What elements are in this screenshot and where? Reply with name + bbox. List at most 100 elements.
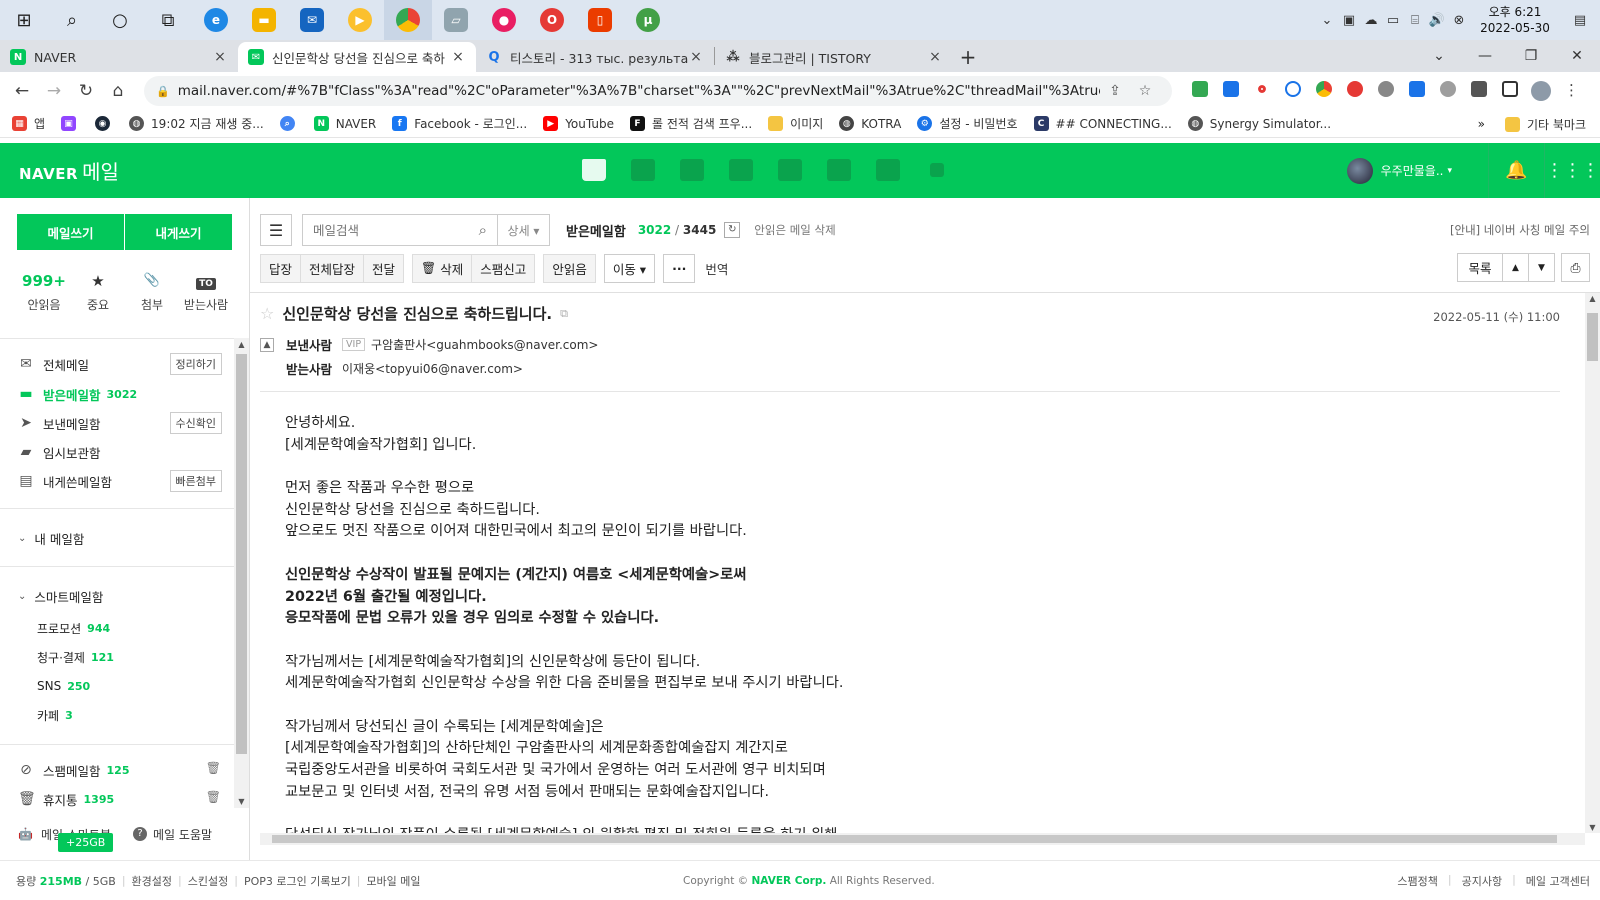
- hamburger-menu-icon[interactable]: ☰: [260, 214, 292, 246]
- contacts-service-icon[interactable]: [725, 155, 757, 185]
- folder-spam[interactable]: ⊘ 스팸메일함 125: [18, 758, 222, 782]
- mybox-service-icon[interactable]: [774, 155, 806, 185]
- office-app-icon[interactable]: ▯: [576, 0, 624, 40]
- skin-settings-link[interactable]: 스킨설정: [188, 873, 228, 889]
- extension-icon[interactable]: [1184, 81, 1215, 101]
- display-icon[interactable]: ▭: [1382, 13, 1404, 28]
- url-text[interactable]: mail.naver.com/#%7B"fClass"%3A"read"%2C"…: [178, 83, 1100, 99]
- mail-service-icon[interactable]: [578, 155, 610, 185]
- bookmark-steam[interactable]: ◉: [95, 116, 117, 131]
- translate-extension-icon[interactable]: [1215, 81, 1246, 101]
- apps-grid-icon[interactable]: ⋮⋮⋮: [1544, 143, 1600, 198]
- forward-button[interactable]: 전달: [363, 253, 405, 283]
- bookmark-naver[interactable]: N NAVER: [313, 116, 376, 131]
- paw-extension-icon[interactable]: [1370, 81, 1401, 101]
- next-mail-icon[interactable]: ▼: [1528, 253, 1555, 282]
- share-icon[interactable]: ⇪: [1100, 83, 1130, 99]
- scroll-up-icon[interactable]: ▲: [234, 340, 249, 349]
- task-view-icon[interactable]: ⧉: [144, 0, 192, 40]
- delete-button[interactable]: 🗑 삭제: [412, 253, 473, 283]
- smart-item-cafe[interactable]: 카페 3: [37, 705, 73, 725]
- notice-link[interactable]: 공지사항: [1462, 873, 1502, 889]
- folder-inbox[interactable]: ▬ 받은메일함 3022: [18, 382, 222, 406]
- translate-button[interactable]: 번역: [705, 259, 728, 278]
- sender-address[interactable]: 구암출판사<guahmbooks@naver.com>: [371, 336, 598, 353]
- lock-icon[interactable]: 🔒: [156, 85, 170, 98]
- search-input[interactable]: [313, 222, 479, 238]
- profile-avatar-icon[interactable]: [1525, 81, 1556, 101]
- record-extension-icon[interactable]: [1246, 81, 1277, 101]
- reply-all-button[interactable]: 전체답장: [300, 253, 365, 283]
- star-icon[interactable]: ☆: [260, 304, 274, 323]
- calendar-service-icon[interactable]: [627, 155, 659, 185]
- more-service-icon[interactable]: [921, 155, 953, 185]
- smart-item-promotion[interactable]: 프로모션 944: [37, 618, 110, 638]
- close-icon[interactable]: ×: [927, 49, 943, 65]
- read-receipt-button[interactable]: 수신확인: [169, 412, 222, 434]
- bell-icon[interactable]: 🔔: [1488, 143, 1544, 198]
- write-to-self-button[interactable]: 내게쓰기: [125, 214, 232, 250]
- paint-app-icon[interactable]: ●: [480, 0, 528, 40]
- empty-trash-icon[interactable]: 🗑: [206, 790, 221, 804]
- tab-naver-mail[interactable]: ✉ 신인문학상 당선을 진심으로 축하 ×: [238, 42, 476, 72]
- filter-attachment[interactable]: 📎 첨부: [125, 270, 179, 313]
- taskbar-clock[interactable]: 오후 6:21 2022-05-30: [1470, 4, 1560, 36]
- bookmark-lol-stats[interactable]: F롤 전적 검색 프우...: [629, 115, 752, 132]
- ime-icon[interactable]: ⊗: [1448, 13, 1470, 28]
- scrollbar-thumb[interactable]: [236, 354, 247, 754]
- vip-badge[interactable]: VIP: [342, 338, 366, 351]
- close-window-icon[interactable]: ✕: [1554, 48, 1600, 64]
- delete-unread-link[interactable]: 안읽은 메일 삭제: [754, 222, 835, 238]
- pop3-log-link[interactable]: POP3 로그인 기록보기: [244, 873, 351, 889]
- browser-menu-icon[interactable]: ⋮: [1556, 81, 1587, 101]
- download-icon[interactable]: [1401, 81, 1432, 101]
- write-mail-button[interactable]: 메일쓰기: [17, 214, 124, 250]
- restore-icon[interactable]: ❐: [1508, 48, 1554, 64]
- bookmark-synergy[interactable]: ◍ Synergy Simulator...: [1187, 116, 1331, 131]
- scroll-down-icon[interactable]: ▼: [1585, 823, 1600, 832]
- bookmarks-more-icon[interactable]: »: [1478, 117, 1485, 131]
- naver-mail-logo[interactable]: NAVER 메일: [19, 156, 119, 185]
- mail-horizontal-scrollbar[interactable]: [260, 833, 1585, 845]
- reply-button[interactable]: 답장: [260, 253, 302, 283]
- app-icon[interactable]: ▱: [432, 0, 480, 40]
- scroll-down-icon[interactable]: ▼: [234, 797, 249, 806]
- scrollbar-thumb[interactable]: [1587, 313, 1598, 361]
- volume-icon[interactable]: 🔊: [1426, 13, 1448, 28]
- mobile-mail-link[interactable]: 모바일 메일: [366, 873, 420, 889]
- settings-link[interactable]: 환경설정: [132, 873, 172, 889]
- receiver-address[interactable]: 이재웅<topyui06@naver.com>: [342, 360, 523, 377]
- mark-unread-button[interactable]: 안읽음: [543, 253, 596, 283]
- mail-help-link[interactable]: 메일 도움말: [153, 826, 212, 843]
- chevron-down-icon[interactable]: ▾: [1447, 166, 1452, 176]
- storage-upgrade-badge[interactable]: +25GB: [58, 833, 114, 852]
- bookmark-facebook[interactable]: f Facebook - 로그인...: [392, 115, 527, 132]
- list-button[interactable]: 목록: [1457, 253, 1503, 282]
- windows-start-icon[interactable]: ⊞: [0, 0, 48, 40]
- edge-app-icon[interactable]: e: [192, 0, 240, 40]
- smart-item-sns[interactable]: SNS 250: [37, 676, 90, 696]
- filter-unread[interactable]: 999+ 안읽음: [17, 270, 71, 313]
- avatar[interactable]: [1346, 157, 1373, 184]
- bookmark-images-folder[interactable]: 이미지: [768, 115, 823, 132]
- bookmark-apps[interactable]: ▦ 앱: [12, 115, 45, 132]
- notification-icon[interactable]: ▤: [1560, 13, 1600, 28]
- file-explorer-app-icon[interactable]: ▬: [240, 0, 288, 40]
- folder-all-mail[interactable]: ✉ 전체메일 정리하기: [18, 352, 222, 376]
- extension-icon[interactable]: [1277, 81, 1308, 101]
- folder-sent[interactable]: ➤ 보낸메일함 수신확인: [18, 411, 222, 435]
- home-icon[interactable]: ⌂: [102, 81, 134, 101]
- popout-icon[interactable]: ⧉: [560, 307, 568, 321]
- minimize-icon[interactable]: —: [1462, 48, 1508, 64]
- media-player-app-icon[interactable]: ▶: [336, 0, 384, 40]
- chrome-app-icon[interactable]: [384, 0, 432, 40]
- my-mailbox-toggle[interactable]: ⌄ 내 메일함: [18, 528, 84, 548]
- bookmark-twitch[interactable]: ▣: [61, 116, 83, 131]
- address-bar[interactable]: 🔒 mail.naver.com/#%7B"fClass"%3A"read"%2…: [144, 76, 1172, 106]
- user-name-dropdown[interactable]: 우주만물을..: [1381, 162, 1444, 179]
- close-icon[interactable]: ×: [450, 49, 466, 65]
- mail-vertical-scrollbar[interactable]: ▲ ▼: [1585, 293, 1600, 833]
- opera-app-icon[interactable]: O: [528, 0, 576, 40]
- tab-tistory-search[interactable]: Q 티스토리 - 313 тыс. результато ×: [476, 42, 714, 72]
- mail-app-icon[interactable]: ✉: [288, 0, 336, 40]
